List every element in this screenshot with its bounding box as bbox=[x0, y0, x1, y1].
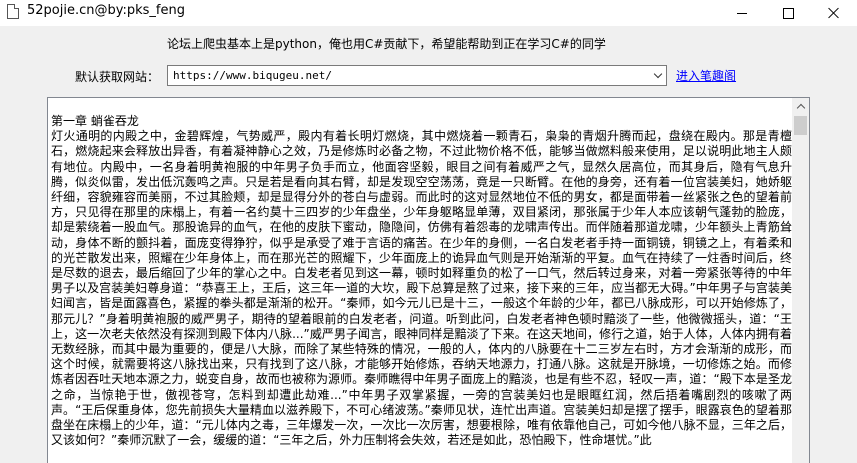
close-button[interactable] bbox=[811, 0, 857, 26]
url-combobox-value: https://www.biqugeu.net/ bbox=[173, 69, 332, 82]
url-label: 默认获取网站： bbox=[75, 70, 160, 84]
scroll-up-button[interactable] bbox=[792, 98, 809, 115]
app-window: 52pojie.cn@by:pks_feng 论坛上爬虫基本上是python，俺… bbox=[0, 0, 857, 463]
vertical-scrollbar[interactable] bbox=[792, 98, 809, 463]
enter-site-link[interactable]: 进入笔趣阁 bbox=[676, 67, 736, 84]
minimize-icon bbox=[737, 12, 747, 14]
scroll-thumb[interactable] bbox=[794, 116, 807, 135]
maximize-button[interactable] bbox=[765, 0, 811, 26]
dropdown-arrow-button[interactable] bbox=[649, 66, 666, 85]
window-title: 52pojie.cn@by:pks_feng bbox=[27, 3, 185, 18]
chapter-title: 第一章 蛸雀吞龙 bbox=[51, 114, 139, 128]
app-icon bbox=[7, 4, 19, 19]
minimize-button[interactable] bbox=[719, 0, 765, 26]
close-icon bbox=[828, 7, 840, 19]
maximize-icon bbox=[782, 7, 794, 19]
chapter-body: 灯火通明的内殿之中，金碧辉煌，气势威严，殿内有着长明灯燃烧，其中燃烧着一颗青石，… bbox=[51, 129, 792, 448]
chevron-down-icon bbox=[653, 69, 662, 79]
url-combobox[interactable]: https://www.biqugeu.net/ bbox=[167, 65, 667, 86]
title-bar[interactable]: 52pojie.cn@by:pks_feng bbox=[0, 0, 857, 26]
content-textbox[interactable]: 第一章 蛸雀吞龙 灯火通明的内殿之中，金碧辉煌，气势威严，殿内有着长明灯燃烧，其… bbox=[47, 97, 810, 463]
header-note: 论坛上爬虫基本上是python，俺也用C#贡献下，希望能帮助到正在学习C#的同学 bbox=[167, 37, 606, 51]
chapter-content: 第一章 蛸雀吞龙 灯火通明的内殿之中，金碧辉煌，气势威严，殿内有着长明灯燃烧，其… bbox=[51, 114, 792, 448]
chevron-up-icon bbox=[796, 103, 805, 113]
